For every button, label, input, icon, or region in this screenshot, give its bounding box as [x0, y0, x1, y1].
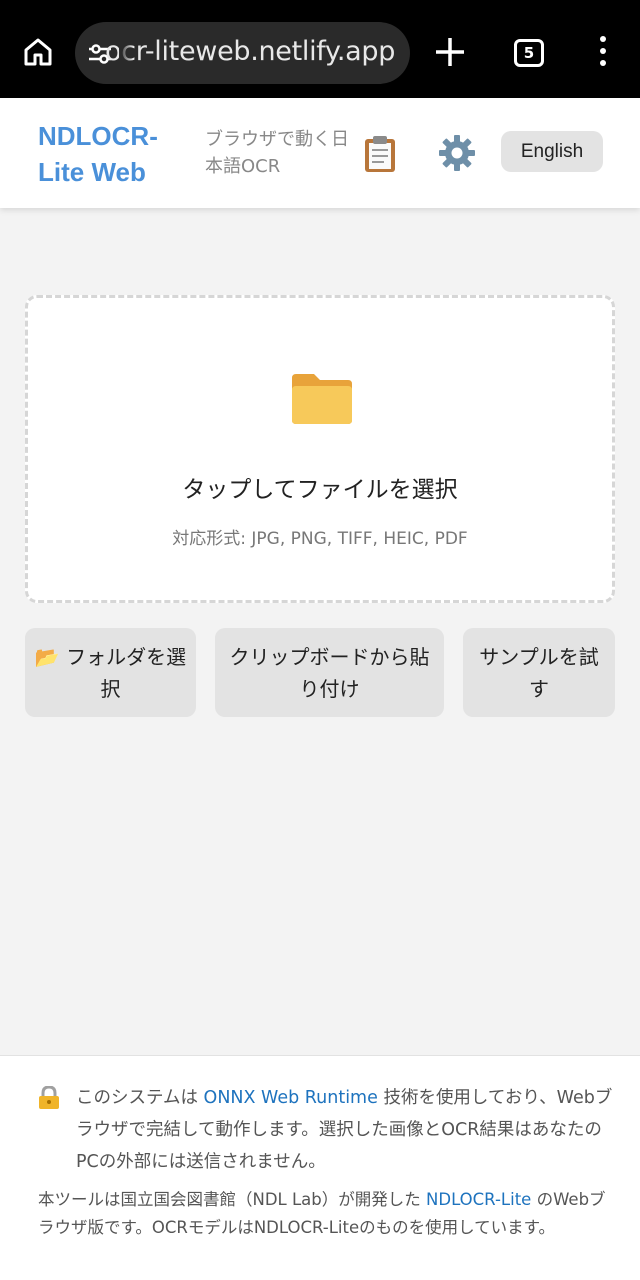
paste-clipboard-label: クリップボードから貼り付け: [229, 644, 430, 701]
more-menu-icon[interactable]: [588, 36, 618, 72]
open-folder-icon: 📂: [34, 644, 60, 669]
gear-icon[interactable]: [438, 134, 476, 172]
lock-icon: [39, 1086, 59, 1109]
onnx-runtime-link[interactable]: ONNX Web Runtime: [204, 1088, 378, 1108]
footer: このシステムは ONNX Web Runtime 技術を使用しており、Webブラ…: [0, 1055, 640, 1280]
clipboard-icon[interactable]: [362, 134, 398, 174]
address-bar[interactable]: ocr-liteweb.netlify.app: [75, 22, 410, 84]
app-subtitle: ブラウザで動く日本語OCR: [205, 129, 349, 177]
app-header: NDLOCR-Lite Web ブラウザで動く日本語OCR English: [0, 98, 640, 208]
supported-formats: 対応形式: JPG, PNG, TIFF, HEIC, PDF: [172, 529, 468, 549]
new-tab-icon[interactable]: [430, 32, 470, 72]
privacy-text-pre: このシステムは: [76, 1088, 204, 1108]
privacy-text: このシステムは ONNX Web Runtime 技術を使用しており、Webブラ…: [76, 1082, 616, 1178]
paste-clipboard-button[interactable]: クリップボードから貼り付け: [215, 628, 444, 717]
ndlocr-lite-link[interactable]: NDLOCR-Lite: [426, 1190, 531, 1209]
home-icon: [24, 38, 52, 66]
tab-switcher-button[interactable]: 5: [514, 39, 544, 67]
language-toggle-button[interactable]: English: [501, 131, 603, 172]
home-button[interactable]: [16, 30, 60, 74]
browser-toolbar: ocr-liteweb.netlify.app 5: [0, 0, 640, 98]
credit-text-pre: 本ツールは国立国会図書館（NDL Lab）が開発した: [38, 1190, 427, 1209]
dropzone-title: タップしてファイルを選択: [182, 477, 458, 503]
app-title: NDLOCR-Lite Web: [38, 121, 158, 187]
credit-text: 本ツールは国立国会図書館（NDL Lab）が開発した NDLOCR-Lite の…: [38, 1186, 610, 1242]
try-sample-label: サンプルを試す: [479, 644, 599, 701]
folder-icon: [292, 374, 352, 424]
select-folder-label: フォルダを選択: [66, 644, 187, 701]
file-drop-zone[interactable]: タップしてファイルを選択 対応形式: JPG, PNG, TIFF, HEIC,…: [25, 295, 615, 603]
select-folder-button[interactable]: 📂 フォルダを選択: [25, 628, 196, 717]
try-sample-button[interactable]: サンプルを試す: [463, 628, 615, 717]
url-text: ocr-liteweb.netlify.app: [105, 36, 396, 67]
url-fade: [119, 22, 133, 84]
